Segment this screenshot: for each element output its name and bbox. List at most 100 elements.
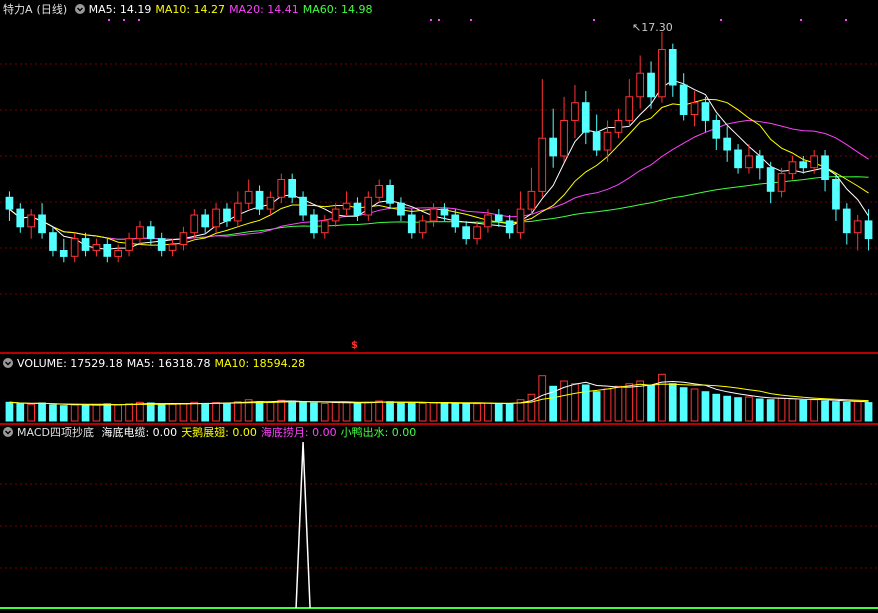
candle	[473, 220, 481, 245]
candle	[266, 191, 275, 215]
candle-body	[310, 214, 318, 234]
volume-bar	[27, 403, 35, 422]
candle-body	[799, 161, 808, 169]
volume-bar	[701, 391, 710, 422]
candle	[647, 61, 655, 109]
candle	[288, 173, 296, 204]
macd-indicator-chart[interactable]	[0, 426, 878, 613]
candle-body	[103, 244, 112, 257]
ma-legend-item: MA10: 14.27	[155, 3, 226, 16]
volume-bar	[799, 399, 808, 422]
volume-bar	[353, 402, 362, 422]
candle	[375, 179, 383, 204]
volume-bar	[712, 393, 721, 422]
candle-body	[114, 250, 123, 257]
candle	[592, 114, 601, 156]
macd-legend-item: 海底捞月: 0.00	[260, 426, 337, 439]
candle-body	[451, 214, 460, 228]
volume-bar	[212, 402, 220, 422]
candle-body	[712, 120, 721, 139]
candle-body	[277, 179, 286, 198]
volume-bar	[49, 404, 57, 422]
volume-bar	[179, 403, 188, 422]
candle	[70, 232, 79, 263]
candle-body	[777, 173, 786, 192]
volume-bar	[462, 403, 470, 422]
volume-bar	[734, 397, 742, 422]
volume-bar	[755, 398, 764, 422]
volume-bar	[364, 401, 373, 422]
candle-body	[592, 131, 601, 151]
candlestick-chart[interactable]	[0, 0, 878, 352]
signal-dot	[720, 19, 722, 21]
price-panel[interactable]: 特力A (日线) MA5: 14.19 MA10: 14.27 MA20: 14.41…	[0, 0, 878, 352]
candle	[832, 173, 840, 221]
candle	[310, 209, 318, 239]
volume-bar	[223, 402, 231, 422]
candle-body	[331, 208, 340, 222]
candle	[864, 209, 873, 251]
candle	[821, 150, 829, 192]
ma-legend-item: MA60: 14.98	[302, 3, 373, 16]
ma-legend-items: MA5: 14.19 MA10: 14.27 MA20: 14.41 MA60: 14…	[89, 3, 377, 16]
candle	[734, 144, 742, 174]
candle	[168, 238, 177, 257]
chevron-down-icon[interactable]	[3, 427, 13, 437]
candle-body	[527, 190, 536, 210]
volume-bar	[690, 388, 699, 422]
candle-body	[745, 155, 753, 169]
candle-body	[723, 137, 731, 151]
volume-bar	[136, 401, 144, 422]
volume-bar	[277, 399, 286, 422]
candle	[201, 209, 210, 233]
candle	[114, 244, 123, 263]
signal-dot	[470, 19, 472, 21]
macd-panel[interactable]: MACD四项抄底 海底电缆: 0.00 天鹅展翅: 0.00 海底捞月: 0.00 小…	[0, 426, 878, 613]
volume-bar	[125, 403, 133, 422]
volume-bar	[658, 373, 666, 422]
macd-legend-item: 小鸭出水: 0.00	[340, 426, 417, 439]
candle-body	[16, 208, 25, 228]
volume-legend-item: VOLUME: 17529.18	[17, 357, 123, 370]
candle	[429, 203, 438, 227]
candle-body	[821, 155, 829, 180]
chevron-down-icon[interactable]	[74, 4, 85, 14]
volume-bar	[157, 403, 166, 422]
candle	[255, 185, 264, 215]
volume-bar	[581, 384, 590, 422]
volume-bar	[375, 400, 383, 422]
candle-body	[864, 220, 873, 240]
candle	[179, 226, 188, 251]
volume-bar	[81, 404, 90, 422]
volume-panel[interactable]: VOLUME: 17529.18 MA5: 16318.78 MA10: 18594…	[0, 355, 878, 423]
candle	[788, 155, 797, 180]
candle	[407, 209, 416, 239]
candle-body	[603, 131, 612, 151]
candle-body	[49, 232, 57, 251]
candle	[494, 209, 503, 227]
candle	[636, 55, 644, 109]
candle	[212, 203, 220, 233]
signal-dot	[593, 19, 595, 21]
candle	[462, 220, 470, 245]
candle	[190, 209, 199, 239]
volume-bar	[745, 396, 753, 422]
volume-bar	[538, 375, 547, 422]
candle	[16, 203, 25, 233]
chevron-down-icon[interactable]	[3, 358, 13, 368]
ma-legend-item: MA20: 14.41	[229, 3, 299, 16]
volume-bar	[484, 402, 492, 422]
candle	[223, 203, 231, 227]
volume-bar	[331, 402, 340, 422]
candle-body	[560, 120, 568, 157]
candle	[538, 79, 547, 198]
volume-bar	[266, 401, 275, 422]
candle-body	[636, 72, 644, 98]
volume-bar	[777, 397, 786, 422]
candle-body	[832, 179, 840, 210]
candle-body	[244, 190, 253, 204]
signal-dot	[108, 19, 110, 21]
candle	[527, 167, 536, 215]
candle-body	[375, 185, 383, 198]
candle	[81, 232, 90, 257]
